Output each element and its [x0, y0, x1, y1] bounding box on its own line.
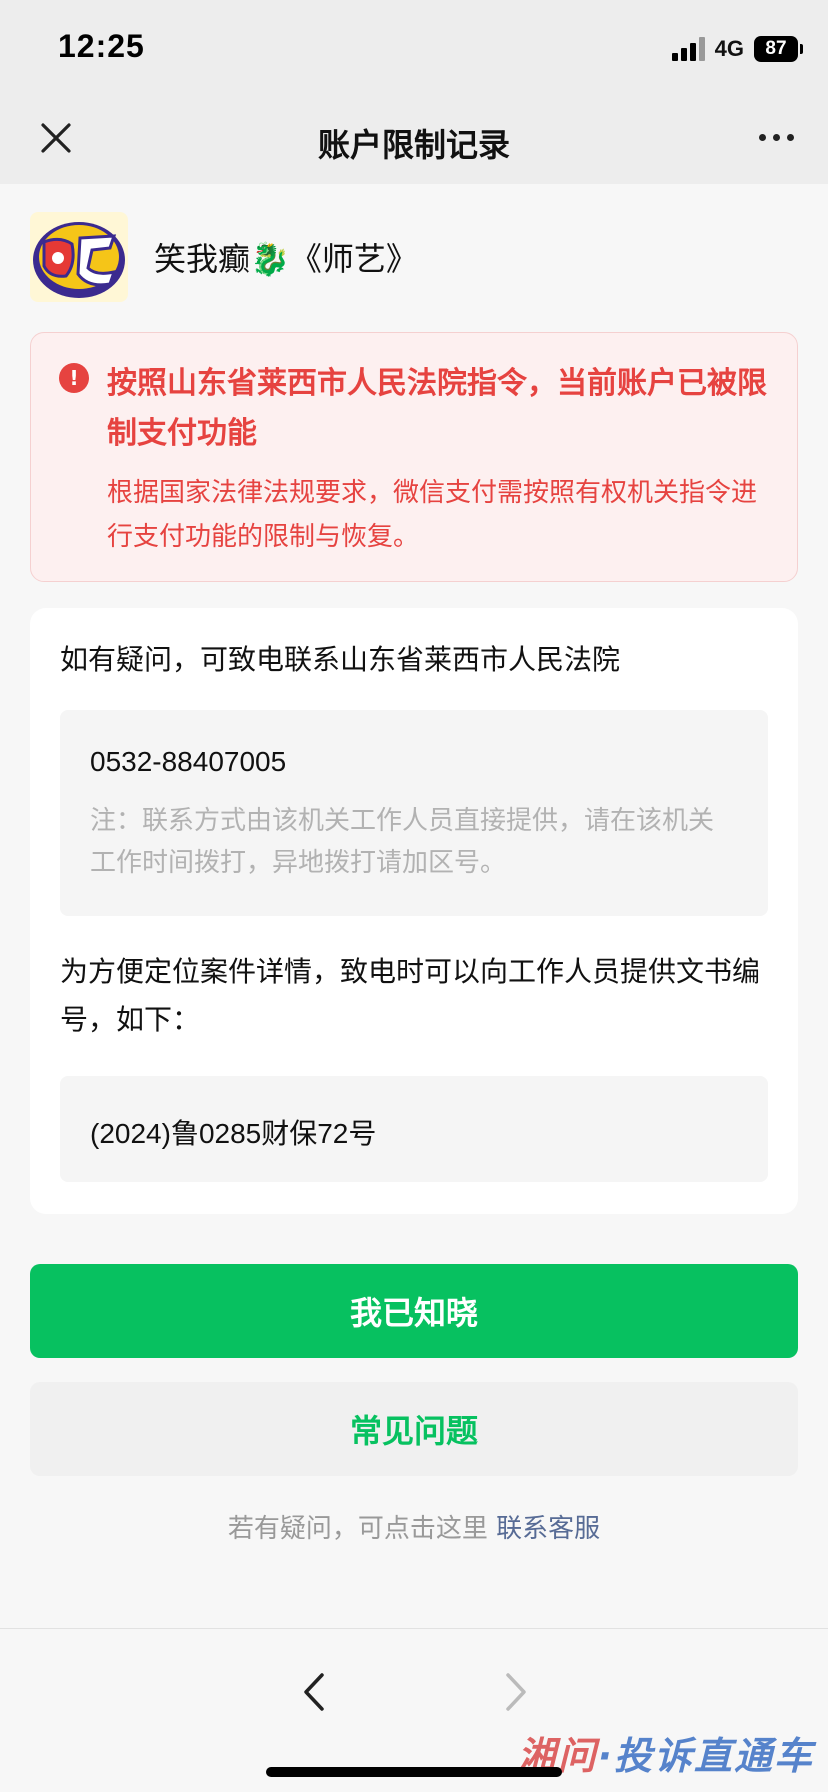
account-row: 笑我癫🐉《师艺》	[30, 212, 418, 302]
phone-box: 0532-88407005 注：联系方式由该机关工作人员直接提供，请在该机关工作…	[60, 710, 768, 916]
nav-bar: 账户限制记录	[0, 100, 828, 184]
case-text: 为方便定位案件详情，致电时可以向工作人员提供文书编号，如下：	[60, 955, 761, 1036]
contact-support-link[interactable]: 联系客服	[496, 1514, 600, 1544]
battery-level: 87	[765, 38, 787, 59]
page-title: 账户限制记录	[317, 126, 510, 164]
watermark: 湘问·投诉直通车	[518, 1725, 814, 1780]
help-line: 若有疑问，可点击这里 联系客服	[0, 1508, 828, 1545]
signal-icon	[671, 37, 705, 61]
notice-description: 根据国家法律法规要求，微信支付需按照有权机关指令进行支付功能的限制与恢复。	[107, 478, 758, 552]
faq-button[interactable]: 常见问题	[30, 1382, 798, 1476]
phone-note: 注：联系方式由该机关工作人员直接提供，请在该机关工作时间拨打，异地拨打请加区号。	[90, 806, 715, 878]
help-text: 若有疑问，可点击这里	[227, 1514, 488, 1544]
restriction-notice: ! 按照山东省莱西市人民法院指令，当前账户已被限制支付功能 根据国家法律法规要求…	[30, 332, 798, 582]
notice-title: 按照山东省莱西市人民法院指令，当前账户已被限制支付功能	[107, 366, 767, 451]
watermark-part2: ·投诉直通车	[597, 1734, 814, 1778]
chevron-right-icon[interactable]	[496, 1667, 536, 1717]
more-icon[interactable]	[759, 134, 794, 141]
alert-icon: !	[59, 363, 89, 393]
battery-icon: 87	[754, 36, 803, 62]
phone-number[interactable]: 0532-88407005	[90, 746, 286, 778]
network-type: 4G	[714, 36, 744, 61]
case-box: (2024)鲁0285财保72号	[60, 1076, 768, 1182]
acknowledge-button[interactable]: 我已知晓	[30, 1264, 798, 1358]
contact-text: 如有疑问，可致电联系山东省莱西市人民法院	[60, 643, 621, 676]
status-bar: 12:25 4G 87	[0, 0, 828, 100]
chevron-left-icon[interactable]	[294, 1667, 334, 1717]
contact-card: 如有疑问，可致电联系山东省莱西市人民法院 0532-88407005 注：联系方…	[30, 608, 798, 1214]
status-indicators: 4G 87	[671, 34, 803, 64]
status-time: 12:25	[58, 28, 145, 64]
account-name: 笑我癫🐉《师艺》	[154, 240, 418, 278]
bottom-toolbar: 湘问·投诉直通车	[0, 1628, 828, 1792]
case-number: (2024)鲁0285财保72号	[90, 1118, 377, 1149]
home-indicator[interactable]	[266, 1767, 562, 1777]
avatar	[30, 212, 128, 302]
main-content: 笑我癫🐉《师艺》 ! 按照山东省莱西市人民法院指令，当前账户已被限制支付功能 根…	[0, 184, 828, 1628]
